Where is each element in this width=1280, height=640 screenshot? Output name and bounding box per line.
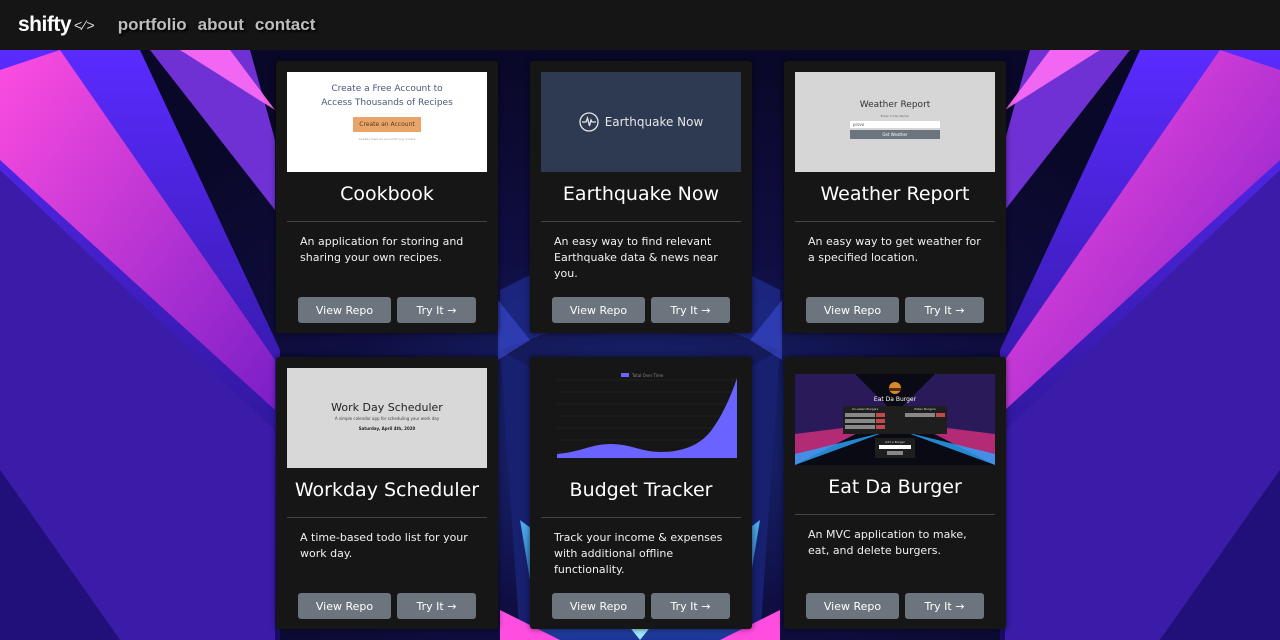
project-card-eat-da-burger: Eat Da Burger Un-eaten Burgers Eaten Bur… xyxy=(784,357,1006,629)
divider xyxy=(795,514,995,515)
divider xyxy=(795,221,995,222)
card-title: Eat Da Burger xyxy=(828,476,962,498)
nav-link-contact[interactable]: contact xyxy=(255,15,315,35)
try-it-button[interactable]: Try It → xyxy=(905,593,984,619)
project-thumbnail[interactable]: Total Over Time xyxy=(541,368,741,468)
navbar: shifty <⁄> portfolio about contact xyxy=(0,0,1280,50)
thumb-heading: Earthquake Now xyxy=(604,115,704,129)
card-description: A time-based todo list for your work day… xyxy=(300,531,468,560)
divider xyxy=(287,221,487,222)
card-description: An MVC application to make, eat, and del… xyxy=(808,528,967,557)
thumb-get-weather-button: Get Weather xyxy=(850,130,940,139)
code-brackets-icon: <⁄> xyxy=(74,17,96,33)
try-it-button[interactable]: Try It → xyxy=(905,297,984,323)
thumb-legend-swatch xyxy=(621,373,629,377)
view-repo-button[interactable]: View Repo xyxy=(806,593,899,619)
view-repo-button[interactable]: View Repo xyxy=(298,297,391,323)
card-description: An easy way to find relevant Earthquake … xyxy=(554,235,718,280)
thumb-col1-label: Un-eaten Burgers xyxy=(852,407,879,411)
logo-text: shifty xyxy=(18,13,72,36)
thumb-heading-line: Access Thousands of Recipes xyxy=(321,98,453,108)
thumb-city-input: provo xyxy=(850,121,940,128)
card-title: Cookbook xyxy=(340,183,434,205)
card-description: An easy way to get weather for a specifi… xyxy=(808,235,981,264)
thumb-add-burger-label: Add a Burger xyxy=(885,440,905,444)
thumb-heading: Eat Da Burger xyxy=(874,396,917,403)
view-repo-button[interactable]: View Repo xyxy=(298,593,391,619)
thumb-legend-label: Total Over Time xyxy=(631,373,664,378)
divider xyxy=(287,517,487,518)
thumb-create-account-button: Create an Account xyxy=(353,117,421,132)
try-it-button[interactable]: Try It → xyxy=(651,593,730,619)
portfolio-grid: Create a Free Account to Access Thousand… xyxy=(0,0,1280,640)
try-it-button[interactable]: Try It → xyxy=(651,297,730,323)
project-thumbnail[interactable]: Weather Report Enter A City Name: provo … xyxy=(795,72,995,172)
project-card-cookbook: Create a Free Account to Access Thousand… xyxy=(276,61,498,333)
thumb-heading: Work Day Scheduler xyxy=(331,401,443,414)
thumb-area-chart: Total Over Time xyxy=(557,373,737,458)
card-description: An application for storing and sharing y… xyxy=(300,235,464,264)
nav-link-portfolio[interactable]: portfolio xyxy=(118,15,187,35)
try-it-button[interactable]: Try It → xyxy=(397,297,476,323)
card-title: Budget Tracker xyxy=(569,479,713,501)
try-it-button[interactable]: Try It → xyxy=(397,593,476,619)
nav-link-about[interactable]: about xyxy=(198,15,244,35)
thumb-label: Enter A City Name: xyxy=(880,114,910,118)
project-card-earthquake-now: Earthquake Now Earthquake Now An easy wa… xyxy=(530,61,752,333)
card-title: Earthquake Now xyxy=(562,183,720,205)
thumb-area-series xyxy=(557,378,737,458)
project-thumbnail[interactable]: Eat Da Burger Un-eaten Burgers Eaten Bur… xyxy=(795,374,995,465)
thumb-burger-app: Eat Da Burger Un-eaten Burgers Eaten Bur… xyxy=(795,374,995,465)
nav-links: portfolio about contact xyxy=(118,15,327,35)
project-card-weather-report: Weather Report Enter A City Name: provo … xyxy=(784,61,1006,333)
card-description: Track your income & expenses with additi… xyxy=(554,531,723,576)
logo[interactable]: shifty <⁄> xyxy=(18,13,96,37)
thumb-col2-label: Eaten Burgers xyxy=(914,407,936,411)
project-thumbnail[interactable]: Create a Free Account to Access Thousand… xyxy=(287,72,487,172)
project-thumbnail[interactable]: Work Day Scheduler A simple calendar app… xyxy=(287,368,487,468)
project-thumbnail[interactable]: Earthquake Now xyxy=(541,72,741,172)
heartbeat-icon xyxy=(579,112,599,132)
thumb-heading-line: Create a Free Account to xyxy=(331,84,443,94)
thumb-subtitle: A simple calendar app for scheduling you… xyxy=(334,416,440,421)
card-title: Weather Report xyxy=(820,183,970,205)
project-card-workday-scheduler: Work Day Scheduler A simple calendar app… xyxy=(276,357,498,629)
divider xyxy=(541,221,741,222)
project-card-budget-tracker: Total Over Time Budget Tracker Track you… xyxy=(530,357,752,629)
view-repo-button[interactable]: View Repo xyxy=(552,297,645,323)
thumb-heading: Weather Report xyxy=(859,100,931,110)
view-repo-button[interactable]: View Repo xyxy=(806,297,899,323)
thumb-date: Saturday, April 4th, 2020 xyxy=(358,426,416,431)
view-repo-button[interactable]: View Repo xyxy=(552,593,645,619)
thumb-heading: Create a Free Account to Access Thousand… xyxy=(287,82,487,110)
divider xyxy=(541,517,741,518)
card-title: Workday Scheduler xyxy=(294,479,480,501)
thumb-login-text: Already have an account? Log in here xyxy=(358,137,416,141)
